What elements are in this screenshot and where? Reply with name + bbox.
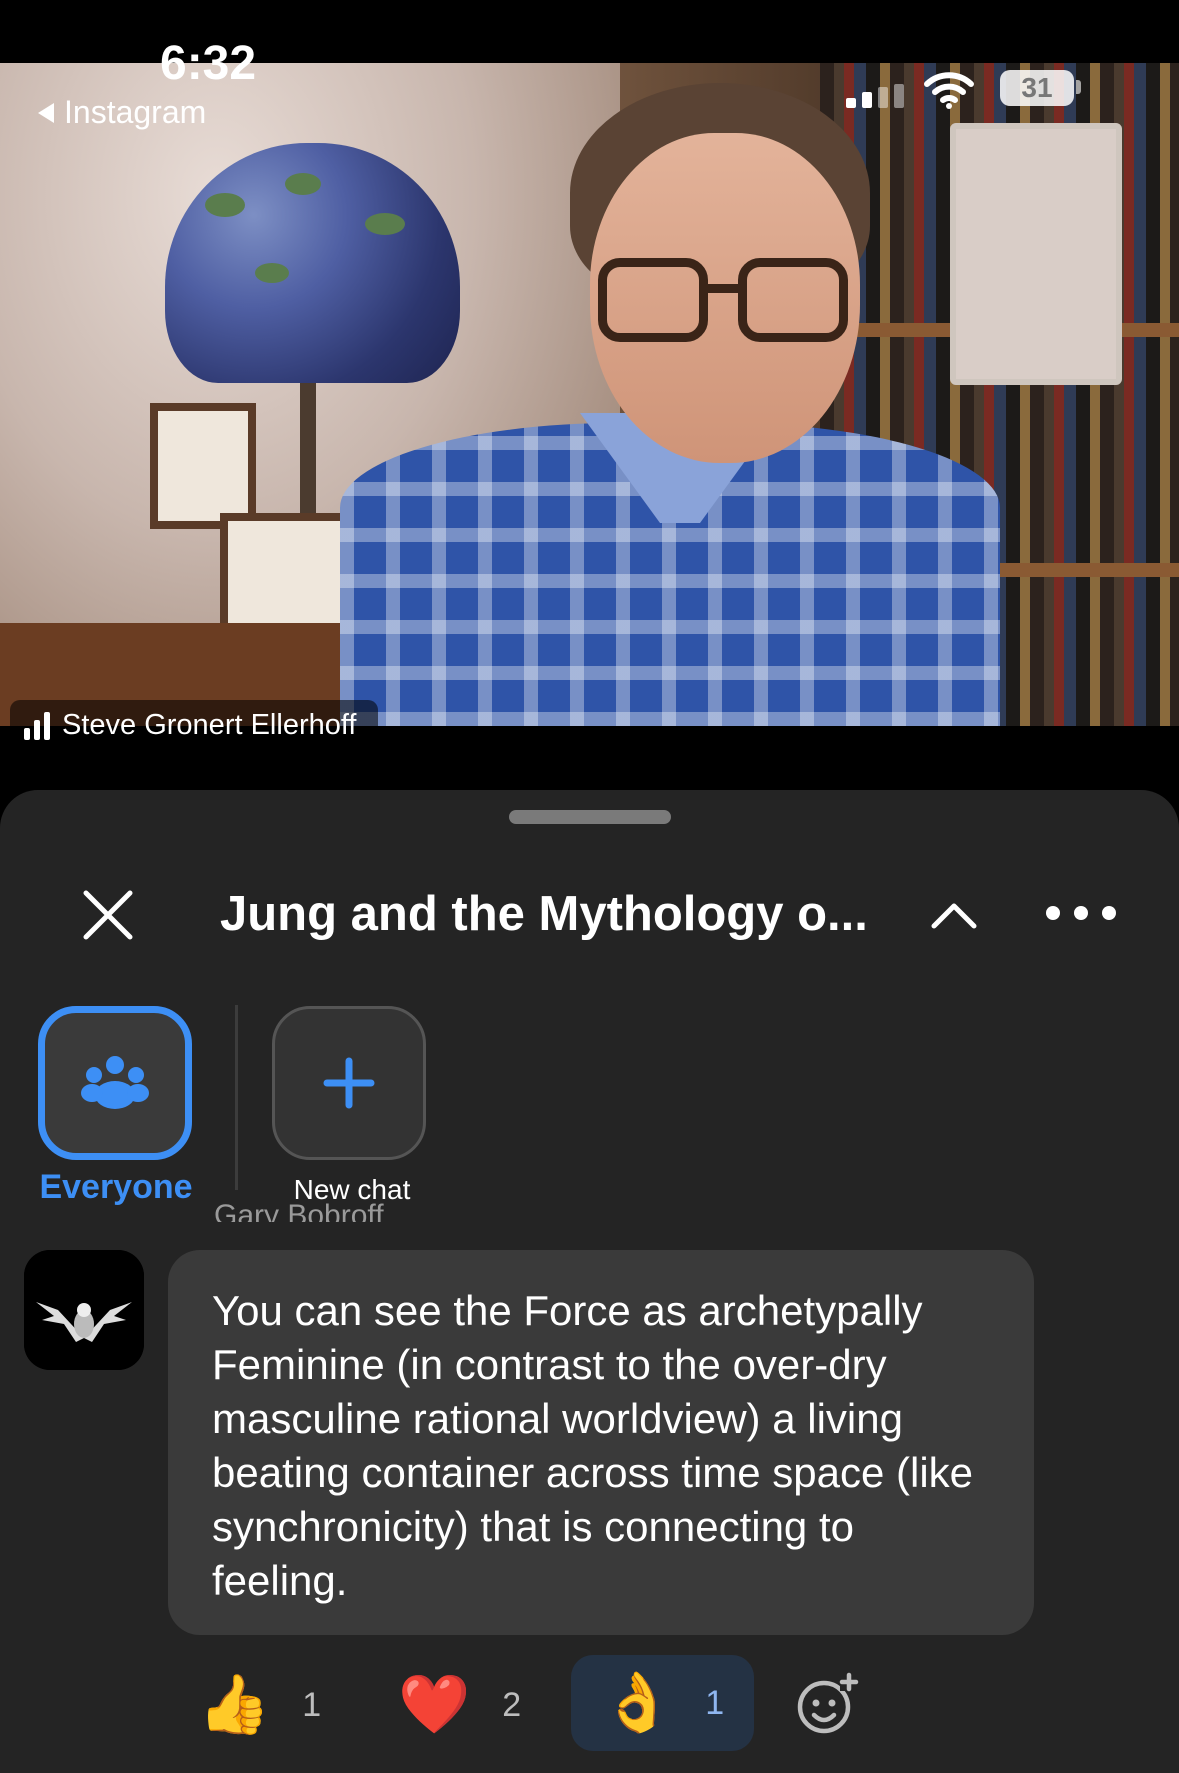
battery-level: 31	[1021, 72, 1053, 103]
ok-hand-icon: 👌	[601, 1670, 674, 1735]
reaction-count: 2	[502, 1685, 522, 1724]
plus-icon	[323, 1057, 375, 1109]
add-reaction-icon[interactable]	[796, 1671, 860, 1735]
back-app-label: Instagram	[64, 94, 207, 130]
group-icon	[81, 1056, 149, 1109]
status-time: 6:32	[160, 37, 257, 90]
reaction-count: 1	[705, 1683, 725, 1722]
heart-icon: ❤️	[398, 1672, 471, 1737]
new-chat-button[interactable]	[272, 1006, 426, 1160]
toy-box	[950, 123, 1122, 385]
drag-handle[interactable]	[509, 810, 671, 824]
message-text: You can see the Force as archetypally Fe…	[212, 1287, 974, 1604]
wifi-icon	[924, 72, 974, 109]
chat-everyone-button[interactable]	[38, 1006, 192, 1160]
chat-selector-divider	[235, 1005, 238, 1190]
chevron-up-icon[interactable]	[928, 890, 980, 942]
participant-name-tag: Steve Gronert Ellerhoff	[10, 700, 379, 750]
back-to-app-link[interactable]: Instagram	[38, 94, 206, 131]
avatar[interactable]	[24, 1250, 144, 1370]
chat-title: Jung and the Mythology o...	[220, 887, 868, 941]
cellular-signal-icon	[846, 84, 904, 108]
thumbs-up-icon: 👍	[198, 1672, 271, 1737]
battery-nub	[1076, 80, 1081, 94]
reaction-count: 1	[302, 1685, 322, 1724]
close-icon[interactable]	[78, 885, 138, 945]
reactions-row: 👍 1 ❤️ 2 👌 1	[0, 1655, 1179, 1755]
participant-name: Steve Gronert Ellerhoff	[62, 708, 357, 741]
chat-panel: Jung and the Mythology o... Everyone New…	[0, 790, 1179, 1773]
owl-logo-icon	[24, 1250, 144, 1370]
more-options-icon[interactable]	[1046, 906, 1116, 926]
glasses	[598, 258, 858, 348]
reaction-ok-hand[interactable]: 👌 1	[571, 1655, 755, 1751]
video-feed[interactable]	[0, 63, 1179, 726]
message-sender: Gary Bobroff	[214, 1200, 384, 1222]
message-bubble[interactable]: You can see the Force as archetypally Fe…	[168, 1250, 1034, 1635]
chat-everyone-label: Everyone	[39, 1168, 193, 1206]
reaction-heart[interactable]: ❤️ 2	[398, 1667, 521, 1743]
audio-level-icon	[24, 710, 50, 740]
back-arrow-icon	[38, 102, 54, 123]
battery-icon: 31	[1000, 70, 1074, 106]
reaction-thumbs-up[interactable]: 👍 1	[198, 1667, 321, 1743]
